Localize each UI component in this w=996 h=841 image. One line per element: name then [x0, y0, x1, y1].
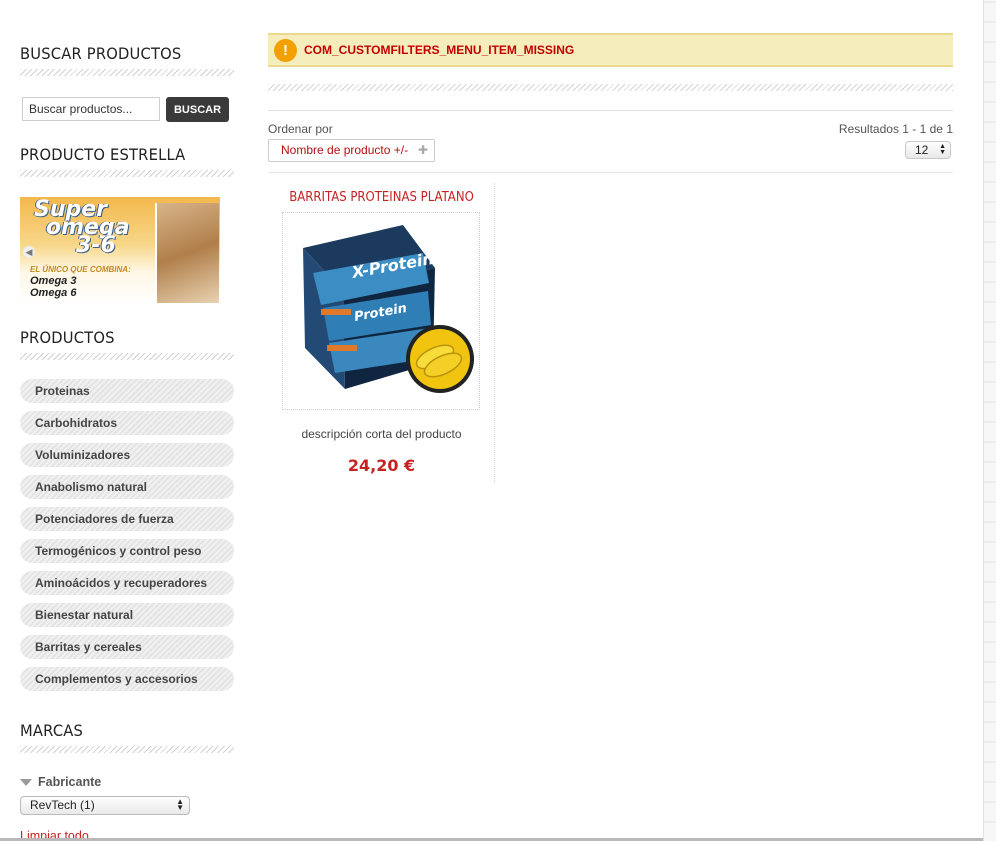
content-divider: [268, 84, 953, 91]
title-divider: [20, 746, 234, 753]
category-item[interactable]: Barritas y cereales: [20, 635, 234, 659]
category-item[interactable]: Aminoácidos y recuperadores: [20, 571, 234, 595]
results-count: Resultados 1 - 1 de 1: [838, 122, 953, 136]
product-card: BARRITAS PROTEINAS PLATANO X-Protein Pro…: [268, 183, 495, 483]
banner-line-1: Omega 3: [30, 275, 77, 287]
search-module: BUSCAR PRODUCTOS: [20, 44, 234, 76]
manufacturer-selected-value: RevTech (1): [30, 798, 95, 812]
alert-message: COM_CUSTOMFILTERS_MENU_ITEM_MISSING: [304, 43, 575, 57]
category-item[interactable]: Voluminizadores: [20, 443, 234, 467]
category-item[interactable]: Termogénicos y control peso: [20, 539, 234, 563]
order-label: Ordenar por: [268, 122, 333, 136]
results-limit-select[interactable]: 12 ▲ ▼: [905, 141, 951, 159]
results-limit-value: 12: [915, 143, 929, 157]
protein-bar-box-icon: X-Protein Protein: [303, 225, 474, 393]
brands-title: MARCAS: [20, 721, 84, 740]
category-item[interactable]: Complementos y accesorios: [20, 667, 234, 691]
select-arrows-icon: ▲ ▼: [939, 143, 946, 156]
manufacturer-select[interactable]: RevTech (1) ▲ ▼: [20, 796, 190, 815]
manufacturer-filter-toggle[interactable]: Fabricante: [20, 775, 101, 789]
category-list: Proteinas Carbohidratos Voluminizadores …: [20, 379, 234, 699]
plus-icon: ✚: [417, 143, 428, 157]
featured-module: PRODUCTO ESTRELLA: [20, 145, 234, 177]
title-divider: [20, 353, 234, 360]
search-title: BUSCAR PRODUCTOS: [20, 44, 182, 63]
page-background-strip: [983, 0, 996, 841]
products-title: PRODUCTOS: [20, 328, 115, 347]
category-item[interactable]: Carbohidratos: [20, 411, 234, 435]
warning-icon: !: [274, 38, 297, 62]
select-arrows-icon: ▲ ▼: [176, 797, 184, 812]
banner-tagline: EL ÚNICO QUE COMBINA:: [30, 265, 131, 274]
search-row: BUSCAR: [22, 97, 229, 122]
triangle-down-icon: [20, 778, 32, 786]
title-divider: [20, 69, 234, 76]
category-item[interactable]: Bienestar natural: [20, 603, 234, 627]
banner-line-2: Omega 6: [30, 287, 77, 299]
manufacturer-label: Fabricante: [38, 775, 102, 789]
search-button[interactable]: BUSCAR: [166, 97, 229, 122]
banner-title: Super omega 3-6: [34, 199, 130, 257]
search-input[interactable]: [22, 97, 160, 121]
brands-module: MARCAS: [20, 721, 234, 753]
product-name-link[interactable]: BARRITAS PROTEINAS PLATANO: [279, 190, 483, 205]
divider-line: [268, 172, 953, 173]
product-price: 24,20 €: [347, 456, 416, 475]
arrow-left-icon[interactable]: ◀: [23, 246, 35, 258]
featured-title: PRODUCTO ESTRELLA: [20, 145, 186, 164]
category-item[interactable]: Proteinas: [20, 379, 234, 403]
order-by-value: Nombre de producto +/-: [281, 143, 409, 157]
title-divider: [20, 170, 234, 177]
product-package-image: [155, 203, 219, 303]
category-item[interactable]: Potenciadores de fuerza: [20, 507, 234, 531]
product-description: descripción corta del producto: [301, 427, 462, 441]
featured-banner[interactable]: Super omega 3-6 EL ÚNICO QUE COMBINA: Om…: [20, 197, 220, 304]
products-module: PRODUCTOS: [20, 328, 234, 360]
divider-line: [268, 110, 953, 111]
page: BUSCAR PRODUCTOS BUSCAR PRODUCTO ESTRELL…: [0, 0, 996, 841]
warning-alert: ! COM_CUSTOMFILTERS_MENU_ITEM_MISSING: [268, 33, 953, 67]
order-by-select[interactable]: Nombre de producto +/- ✚: [268, 139, 435, 162]
product-image[interactable]: X-Protein Protein: [282, 212, 480, 410]
category-item[interactable]: Anabolismo natural: [20, 475, 234, 499]
